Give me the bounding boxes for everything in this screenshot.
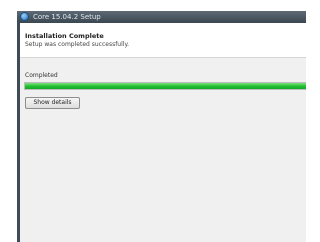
header-panel: Installation Complete Setup was complete… [20,23,306,58]
window-title: Core 15.04.2 Setup [33,13,101,21]
app-icon [20,12,29,21]
title-bar[interactable]: Core 15.04.2 Setup [17,11,306,23]
setup-window: Core 15.04.2 Setup Installation Complete… [17,11,306,242]
progress-bar [24,82,306,90]
page-subtitle: Setup was completed successfully. [25,41,130,48]
installer-body: Installation Complete Setup was complete… [20,23,306,242]
progress-fill [25,83,306,89]
progress-label: Completed [25,72,58,79]
page-title: Installation Complete [25,32,104,40]
show-details-button[interactable]: Show details [25,97,80,109]
